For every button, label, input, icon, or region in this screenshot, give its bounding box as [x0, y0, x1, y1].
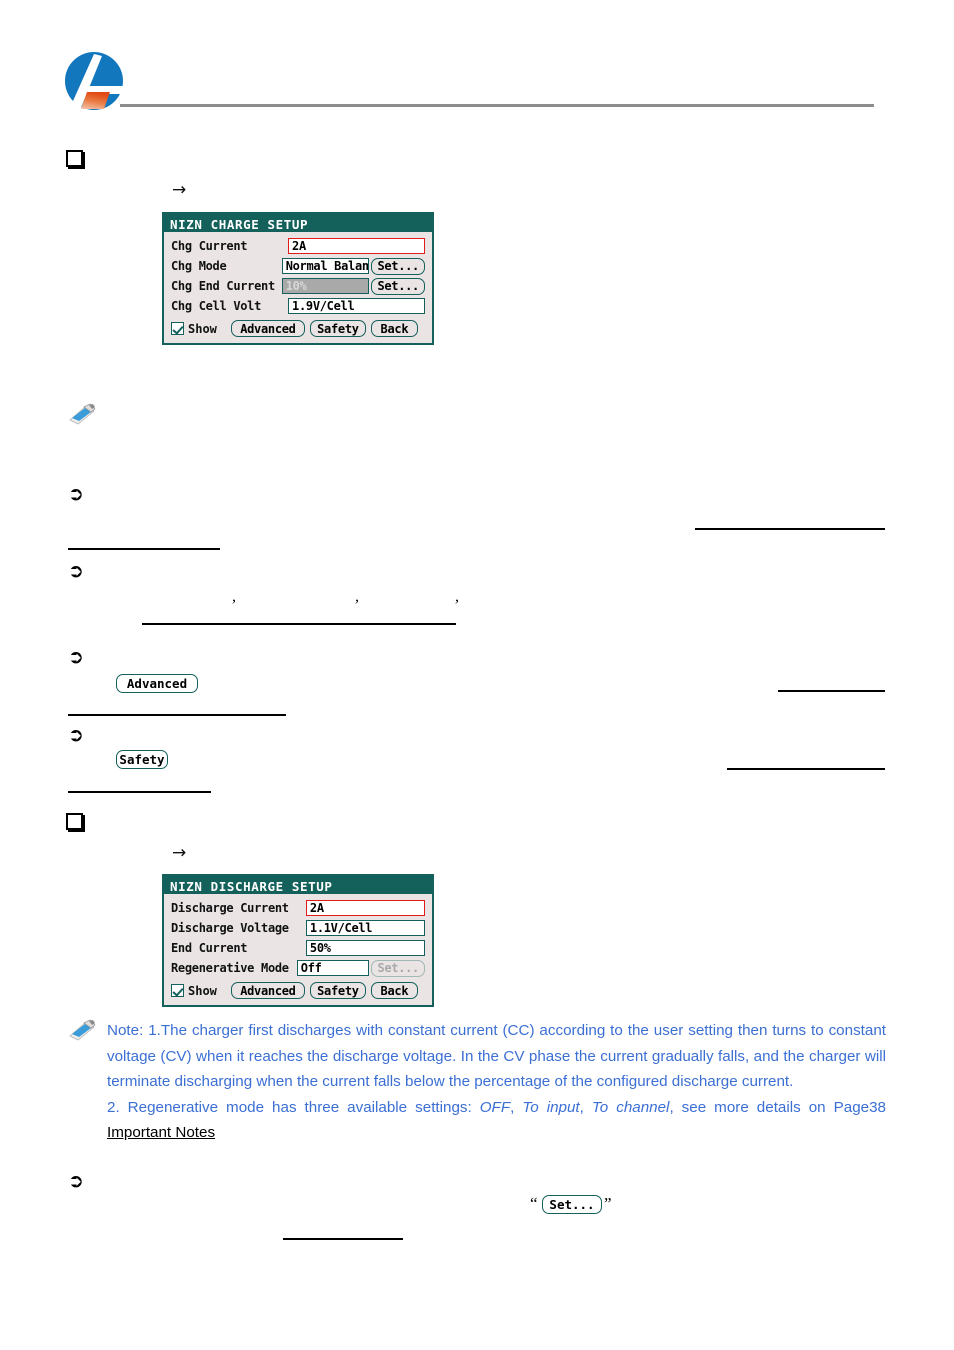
lcd-discharge-title: NIZN DISCHARGE SETUP	[164, 876, 432, 894]
inline-button-set[interactable]: Set...	[542, 1195, 602, 1214]
note-sep-1: ,	[510, 1098, 523, 1116]
inline-button-safety[interactable]: Safety	[116, 750, 168, 769]
lcd-charge-title: NIZN CHARGE SETUP	[164, 214, 432, 232]
section-bullet-discharge	[66, 813, 83, 830]
button-regenerative-mode-set: Set...	[371, 959, 425, 977]
section-bullet-charge	[66, 150, 83, 167]
button-safety-discharge[interactable]: Safety	[309, 982, 366, 999]
label-regenerative-mode: Regenerative Mode	[171, 961, 289, 975]
lcd-discharge-body: Discharge Current 2A Discharge Voltage 1…	[164, 894, 432, 1003]
checkbox-show-charge[interactable]	[171, 322, 184, 335]
lcd-row-discharge-current: Discharge Current 2A	[171, 899, 425, 917]
bullet-arrow-2: ➲	[68, 560, 84, 582]
button-chg-mode-set[interactable]: Set...	[371, 257, 425, 275]
lcd-charge-body: Chg Current 2A Chg Mode Normal Balance S…	[164, 232, 432, 341]
lcd-row-chg-end-current: Chg End Current 10% Set...	[171, 277, 425, 295]
note-option-to-channel: To channel	[591, 1098, 670, 1116]
button-back-discharge[interactable]: Back	[370, 982, 418, 999]
lcd-charge-footer: Show Advanced Safety Back	[171, 320, 425, 337]
redaction-underline-3	[142, 623, 456, 625]
bullet-arrow-1: ➲	[68, 483, 84, 505]
lcd-row-chg-cell-volt: Chg Cell Volt 1.9V/Cell	[171, 297, 425, 315]
manual-page: → NIZN CHARGE SETUP Chg Current 2A Chg M…	[0, 0, 954, 1350]
inline-button-advanced[interactable]: Advanced	[116, 674, 198, 693]
label-discharge-voltage: Discharge Voltage	[171, 921, 289, 935]
field-end-current[interactable]: 50%	[305, 940, 425, 956]
button-advanced-charge[interactable]: Advanced	[230, 320, 305, 337]
field-chg-end-current: 10%	[281, 278, 370, 294]
field-regenerative-mode[interactable]: Off	[296, 960, 370, 976]
redaction-underline-5	[68, 714, 286, 716]
comma-2: ,	[355, 588, 359, 605]
flow-arrow-charge: →	[172, 180, 187, 200]
lcd-row-chg-current: Chg Current 2A	[171, 237, 425, 255]
note-pencil-icon-2	[69, 1019, 96, 1041]
note-page-ref: Page38	[833, 1098, 886, 1116]
redaction-underline-4	[778, 690, 885, 692]
lcd-row-regenerative-mode: Regenerative Mode Off Set...	[171, 959, 425, 977]
company-logo-icon	[65, 52, 124, 110]
button-chg-end-current-set[interactable]: Set...	[371, 277, 425, 295]
note-option-off: OFF	[479, 1098, 511, 1116]
quote-open: “	[530, 1194, 538, 1213]
note-item-2: 2. Regenerative mode has three available…	[107, 1095, 886, 1146]
button-safety-charge[interactable]: Safety	[309, 320, 366, 337]
label-chg-end-current: Chg End Current	[171, 279, 275, 293]
note-link-important-notes[interactable]: Important Notes	[107, 1124, 215, 1141]
field-discharge-voltage[interactable]: 1.1V/Cell	[305, 920, 425, 936]
bullet-arrow-3: ➲	[68, 646, 84, 668]
field-chg-cell-volt[interactable]: 1.9V/Cell	[288, 298, 425, 314]
flow-arrow-discharge: →	[172, 843, 187, 863]
label-chg-cell-volt: Chg Cell Volt	[171, 299, 262, 313]
redaction-underline-7	[68, 791, 211, 793]
label-discharge-current: Discharge Current	[171, 901, 289, 915]
field-chg-current[interactable]: 2A	[288, 238, 425, 254]
redaction-underline-1	[695, 528, 885, 530]
redaction-underline-2	[68, 548, 220, 550]
lcd-row-end-current: End Current 50%	[171, 939, 425, 957]
header-rule	[120, 104, 874, 107]
note-sep-2: ,	[579, 1098, 592, 1116]
checkbox-show-discharge[interactable]	[171, 984, 184, 997]
lcd-row-chg-mode: Chg Mode Normal Balance Set...	[171, 257, 425, 275]
button-advanced-discharge[interactable]: Advanced	[230, 982, 305, 999]
comma-1: ,	[232, 588, 236, 605]
redaction-underline-8	[283, 1238, 403, 1240]
redaction-underline-6	[727, 768, 885, 770]
note-option-to-input: To input	[522, 1098, 580, 1116]
lcd-discharge-setup: NIZN DISCHARGE SETUP Discharge Current 2…	[162, 874, 434, 1007]
label-chg-mode: Chg Mode	[171, 259, 227, 273]
label-chg-current: Chg Current	[171, 239, 248, 253]
field-chg-mode[interactable]: Normal Balance	[281, 258, 370, 274]
lcd-discharge-footer: Show Advanced Safety Back	[171, 982, 425, 999]
bullet-arrow-4: ➲	[68, 724, 84, 746]
bullet-arrow-5: ➲	[68, 1170, 84, 1192]
lcd-charge-setup: NIZN CHARGE SETUP Chg Current 2A Chg Mod…	[162, 212, 434, 345]
note-block: Note: 1.The charger first discharges wit…	[107, 1018, 886, 1146]
button-back-charge[interactable]: Back	[370, 320, 418, 337]
label-show-discharge: Show	[188, 983, 217, 998]
lcd-row-discharge-voltage: Discharge Voltage 1.1V/Cell	[171, 919, 425, 937]
label-end-current: End Current	[171, 941, 248, 955]
note-item-2-post: , see more details on	[669, 1098, 834, 1116]
note-item-2-pre: 2. Regenerative mode has three available…	[107, 1098, 480, 1116]
quote-close: ”	[604, 1194, 612, 1213]
note-item-1: Note: 1.The charger first discharges wit…	[107, 1022, 886, 1091]
note-pencil-icon	[69, 403, 96, 425]
field-discharge-current[interactable]: 2A	[305, 900, 425, 916]
comma-3: ,	[455, 588, 459, 605]
label-show-charge: Show	[188, 321, 217, 336]
